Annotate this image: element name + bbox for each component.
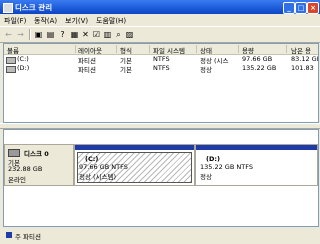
partition-size: 97.66 GB NTFS (79, 163, 128, 171)
minimize-button[interactable]: _ (283, 2, 295, 14)
toolbar-separator (29, 29, 31, 40)
col-type[interactable]: 형식 (120, 45, 132, 55)
col-layout[interactable]: 레이아웃 (78, 45, 102, 55)
check-icon[interactable]: ☑ (92, 30, 101, 39)
column-divider[interactable] (238, 45, 239, 53)
partition-c[interactable]: (C:) 97.66 GB NTFS 정상 (시스템) (74, 144, 195, 186)
maximize-button[interactable]: □ (295, 2, 307, 14)
col-volume[interactable]: 볼륨 (7, 45, 19, 55)
column-divider[interactable] (286, 45, 287, 53)
column-divider[interactable] (149, 45, 150, 53)
console-icon[interactable]: ▣ (34, 30, 43, 39)
column-divider[interactable] (75, 45, 76, 53)
menu-view[interactable]: 보기(V) (65, 16, 88, 26)
close-button[interactable]: × (307, 2, 319, 14)
cell-layout: 파티션 (78, 66, 96, 74)
cell-filesystem: NTFS (153, 64, 170, 72)
table-row[interactable]: (D:) 파티션 기본 NTFS 정상 135.22 GB 101.83 (4, 64, 318, 74)
partition-label: (C:) (85, 155, 99, 163)
drive-icon (6, 66, 16, 73)
menu-file[interactable]: 파일(F) (4, 16, 26, 26)
partition-label: (D:) (206, 155, 220, 163)
disk-status: 온라인 (8, 176, 26, 184)
disk-icon (8, 149, 20, 157)
col-capacity[interactable]: 용량 (242, 45, 254, 55)
partition-status: 정상 (200, 173, 212, 181)
cell-status: 정상 (200, 66, 212, 74)
partition-status: 정상 (시스템) (79, 173, 117, 181)
table-row[interactable]: (C:) 파티션 기본 NTFS 정상 (시스 97.66 GB 83.12 G… (4, 55, 319, 65)
disk-name: 디스크 0 (24, 150, 49, 158)
list-icon[interactable]: ▦ (70, 30, 79, 39)
col-free[interactable]: 남은 용 (291, 45, 311, 55)
menu-bar: 파일(F) 동작(A) 보기(V) 도움말(H) (0, 14, 320, 26)
title-bar: 디스크 관리 _ □ × (0, 0, 320, 14)
cell-capacity: 97.66 GB (242, 55, 273, 63)
refresh-icon[interactable]: ▨ (125, 30, 134, 39)
window-title: 디스크 관리 (15, 3, 53, 12)
volume-list: 볼륨 레이아웃 형식 파일 시스템 상태 용량 남은 용 (C:) 파티션 기본… (3, 43, 319, 123)
partition-d[interactable]: (D:) 135.22 GB NTFS 정상 (195, 144, 318, 186)
col-status[interactable]: 상태 (200, 45, 212, 55)
properties-icon[interactable]: ▤ (46, 30, 55, 39)
delete-icon[interactable]: ✕ (81, 30, 90, 39)
cell-capacity: 135.22 GB (242, 64, 277, 72)
volume-list-header: 볼륨 레이아웃 형식 파일 시스템 상태 용량 남은 용 (4, 44, 318, 55)
column-divider[interactable] (116, 45, 117, 53)
legend-swatch (6, 232, 12, 238)
help-icon[interactable]: ? (58, 30, 67, 39)
menu-help[interactable]: 도움말(H) (96, 16, 126, 26)
search-icon[interactable]: ⌕ (114, 30, 123, 39)
disk-info[interactable]: 디스크 0 기본 232.88 GB 온라인 (4, 144, 74, 186)
disk-graph-pane: 디스크 0 기본 232.88 GB 온라인 (C:) 97.66 GB NTF… (3, 129, 319, 227)
cell-volume: (C:) (17, 55, 29, 63)
drive-icon (6, 57, 16, 64)
column-divider[interactable] (196, 45, 197, 53)
cell-type: 기본 (120, 66, 132, 74)
folder-icon[interactable]: ▥ (103, 30, 112, 39)
forward-icon[interactable]: → (16, 30, 25, 39)
cell-filesystem: NTFS (153, 55, 170, 63)
cell-volume: (D:) (17, 64, 30, 72)
legend-primary-partition: 주 파티션 (15, 233, 41, 241)
back-icon[interactable]: ← (4, 30, 13, 39)
toolbar: ← → ▣ ▤ ? ▦ ✕ ☑ ▥ ⌕ ▨ (0, 26, 320, 43)
col-filesystem[interactable]: 파일 시스템 (153, 45, 185, 55)
cell-free: 83.12 GB (291, 55, 319, 63)
disk-size: 232.88 GB (8, 165, 43, 173)
partition-size: 135.22 GB NTFS (200, 163, 253, 171)
menu-action[interactable]: 동작(A) (34, 16, 57, 26)
legend: 주 파티션 (3, 228, 317, 242)
partition-bar (75, 145, 194, 150)
partition-bar (196, 145, 317, 150)
cell-free: 101.83 (291, 64, 314, 72)
app-icon (3, 3, 13, 13)
